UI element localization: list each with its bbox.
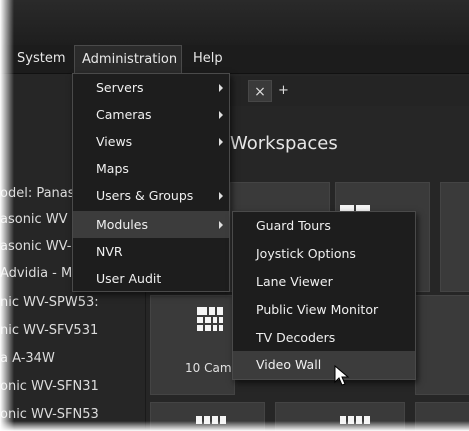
add-tab-button[interactable]: + — [278, 80, 289, 102]
application-window: System Administration Help × + Workspace… — [0, 0, 469, 431]
menu-item-label: NVR — [96, 244, 123, 259]
menu-item-user-audit[interactable]: User Audit — [73, 265, 229, 292]
menu-help[interactable]: Help — [186, 45, 230, 73]
submenu-item-guard-tours[interactable]: Guard Tours — [233, 212, 415, 240]
camera-list-item[interactable]: nic WV-SPW53: — [0, 295, 99, 310]
submenu-item-tv-decoders[interactable]: TV Decoders — [233, 324, 415, 352]
chevron-right-icon — [219, 221, 223, 229]
submenu-item-joystick-options[interactable]: Joystick Options — [233, 240, 415, 268]
menu-item-cameras[interactable]: Cameras — [73, 101, 229, 128]
submenu-item-public-view-monitor[interactable]: Public View Monitor — [233, 296, 415, 324]
workspace-tile-label: 10 Cam — [185, 361, 232, 375]
menu-item-label: Servers — [96, 80, 144, 95]
menu-item-label: User Audit — [96, 271, 162, 286]
menu-item-users-groups[interactable]: Users & Groups — [73, 182, 229, 209]
menu-item-views[interactable]: Views — [73, 128, 229, 155]
grid-layout-icon — [196, 416, 226, 424]
grid-layout-icon — [197, 307, 223, 331]
tab-close-button[interactable]: × — [248, 80, 272, 102]
camera-list-item[interactable]: asonic WV- — [0, 239, 72, 254]
mouse-pointer-icon — [334, 365, 350, 386]
chevron-right-icon — [219, 192, 223, 200]
grid-layout-icon — [340, 416, 370, 424]
workspaces-title: Workspaces — [230, 133, 338, 154]
menu-administration[interactable]: Administration — [74, 45, 182, 73]
menu-item-modules[interactable]: Modules — [73, 211, 229, 238]
administration-menu: Servers Cameras Views Maps Users & Group… — [72, 73, 230, 292]
menu-item-label: Users & Groups — [96, 188, 194, 203]
camera-list-item[interactable]: nic WV-SFV531 — [0, 323, 98, 338]
camera-list-item[interactable]: asonic WV — [0, 212, 68, 227]
menu-item-nvr[interactable]: NVR — [73, 238, 229, 265]
workspace-tile[interactable] — [415, 295, 469, 395]
camera-list-item[interactable]: a A-34W — [0, 351, 55, 366]
menu-item-servers[interactable]: Servers — [73, 74, 229, 101]
menu-item-maps[interactable]: Maps — [73, 155, 229, 182]
camera-list-item[interactable]: onic WV-SFN31 — [0, 379, 99, 394]
chevron-right-icon — [219, 138, 223, 146]
title-bar — [0, 0, 469, 45]
camera-list-item[interactable]: onic WV-SFN53 — [0, 407, 99, 422]
submenu-item-lane-viewer[interactable]: Lane Viewer — [233, 268, 415, 296]
screenshot-frame: System Administration Help × + Workspace… — [0, 0, 469, 431]
workspace-tile[interactable] — [440, 182, 469, 292]
chevron-right-icon — [219, 111, 223, 119]
camera-list-item[interactable]: Advidia - M — [0, 266, 72, 281]
menu-item-label: Modules — [96, 217, 148, 232]
menu-item-label: Maps — [96, 161, 129, 176]
menu-item-label: Views — [96, 134, 133, 149]
menu-system[interactable]: System — [10, 45, 72, 73]
submenu-item-video-wall[interactable]: Video Wall — [233, 351, 415, 379]
camera-list-item[interactable]: odel: Panas — [0, 186, 75, 201]
chevron-right-icon — [219, 84, 223, 92]
modules-submenu: Guard Tours Joystick Options Lane Viewer… — [232, 211, 416, 380]
workspace-tile[interactable] — [415, 402, 469, 431]
menu-item-label: Cameras — [96, 107, 152, 122]
